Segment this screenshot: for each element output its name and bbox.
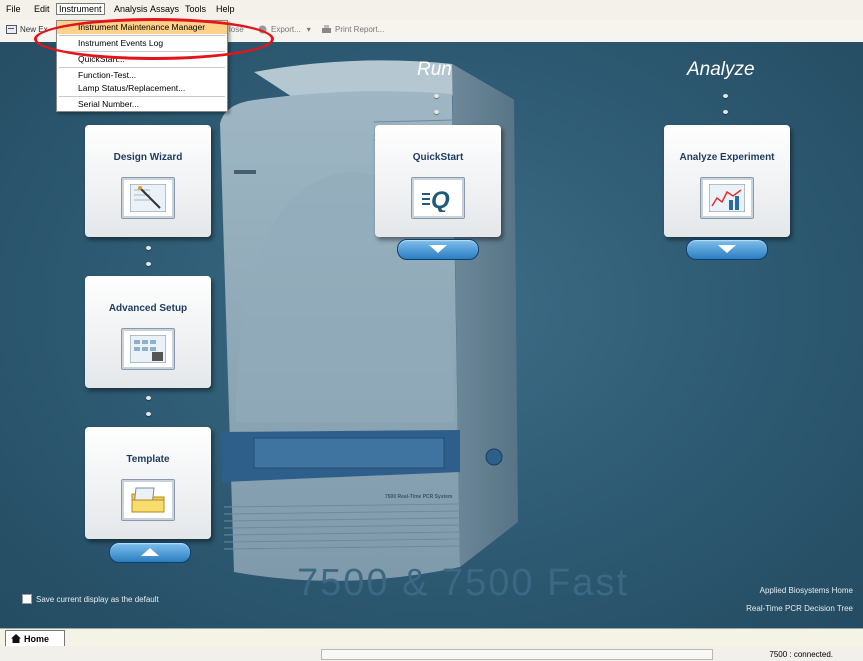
menu-item-quickstart[interactable]: QuickStart... (57, 53, 227, 66)
design-wizard-card[interactable]: Design Wizard (85, 125, 211, 237)
tab-home[interactable]: Home (5, 630, 65, 646)
menu-analysis[interactable]: Analysis (114, 4, 148, 14)
connector-dot (146, 396, 151, 400)
export-label: Export... (271, 25, 301, 34)
model-watermark: 7500 & 7500 Fast (297, 562, 629, 604)
quickstart-card[interactable]: QuickStart Q (375, 125, 501, 237)
expand-analyze-button[interactable] (686, 239, 768, 260)
menu-file[interactable]: File (6, 4, 21, 14)
menu-item-lamp-status[interactable]: Lamp Status/Replacement... (57, 82, 227, 95)
menu-edit[interactable]: Edit (34, 4, 50, 14)
design-wizard-icon (121, 177, 175, 219)
menu-item-events-log[interactable]: Instrument Events Log (57, 37, 227, 50)
instrument-menu-dropdown: Instrument Maintenance Manager Instrumen… (56, 20, 228, 112)
new-document-icon (6, 25, 17, 34)
tab-bar: Home (0, 628, 863, 647)
analyze-experiment-icon (700, 177, 754, 219)
tab-home-label: Home (24, 633, 50, 644)
connection-status: 7500 : connected. (769, 650, 833, 659)
connector-dot (434, 110, 439, 114)
menu-item-maintenance-manager[interactable]: Instrument Maintenance Manager (57, 21, 227, 34)
menu-tools[interactable]: Tools (185, 4, 206, 14)
design-wizard-label: Design Wizard (113, 152, 183, 163)
home-screen: 7500 Real-Time PCR System 7500 & 7500 Fa… (0, 42, 863, 628)
analyze-heading: Analyze (687, 59, 755, 80)
template-icon (121, 479, 175, 521)
home-icon (11, 634, 21, 643)
instrument-model-label: 7500 Real-Time PCR System (385, 494, 453, 500)
save-default-checkbox[interactable] (22, 594, 32, 604)
new-experiment-button[interactable]: New Ex (6, 25, 48, 34)
menu-item-serial-number[interactable]: Serial Number... (57, 98, 227, 111)
menu-assays[interactable]: Assays (150, 4, 179, 14)
arrow-up-icon (141, 548, 159, 556)
analyze-experiment-label: Analyze Experiment (679, 152, 775, 163)
menu-separator (59, 35, 225, 36)
close-label: lose (229, 25, 244, 34)
new-experiment-label: New Ex (20, 25, 48, 34)
quickstart-icon: Q (411, 177, 465, 219)
save-default-option[interactable]: Save current display as the default (22, 594, 159, 604)
analyze-experiment-card[interactable]: Analyze Experiment (664, 125, 790, 237)
expand-run-button[interactable] (397, 239, 479, 260)
advanced-setup-card[interactable]: Advanced Setup (85, 276, 211, 388)
print-report-button[interactable]: Print Report... (321, 25, 384, 34)
export-icon (258, 25, 267, 34)
connector-dot (723, 94, 728, 98)
arrow-down-icon (718, 245, 736, 253)
run-heading: Run (417, 59, 452, 80)
status-bar: 7500 : connected. (0, 646, 863, 661)
advanced-setup-icon (121, 328, 175, 370)
export-dropdown-icon[interactable]: ▾ (307, 25, 311, 34)
svg-text:Q: Q (431, 187, 450, 212)
advanced-setup-label: Advanced Setup (108, 303, 188, 314)
menu-separator (59, 51, 225, 52)
save-default-label: Save current display as the default (36, 594, 159, 604)
connector-dot (146, 246, 151, 250)
connector-dot (146, 262, 151, 266)
connector-dot (434, 94, 439, 98)
applied-biosystems-home-link[interactable]: Applied Biosystems Home (760, 586, 853, 595)
collapse-setup-button[interactable] (109, 542, 191, 563)
template-label: Template (126, 454, 170, 465)
menu-instrument[interactable]: Instrument (56, 3, 105, 15)
export-button[interactable]: Export... ▾ (257, 25, 311, 34)
quickstart-label: QuickStart (412, 152, 464, 163)
printer-icon (322, 25, 331, 33)
close-button[interactable]: lose (229, 25, 244, 34)
print-report-label: Print Report... (335, 25, 385, 34)
pcr-decision-tree-link[interactable]: Real-Time PCR Decision Tree (746, 604, 853, 613)
menu-item-function-test[interactable]: Function-Test... (57, 69, 227, 82)
menu-help[interactable]: Help (216, 4, 235, 14)
arrow-down-icon (429, 245, 447, 253)
connector-dot (146, 412, 151, 416)
progress-bar (321, 649, 713, 660)
menu-bar: File Edit Instrument Analysis Assays Too… (0, 0, 863, 21)
template-card[interactable]: Template (85, 427, 211, 539)
connector-dot (723, 110, 728, 114)
menu-separator (59, 96, 225, 97)
menu-separator (59, 67, 225, 68)
